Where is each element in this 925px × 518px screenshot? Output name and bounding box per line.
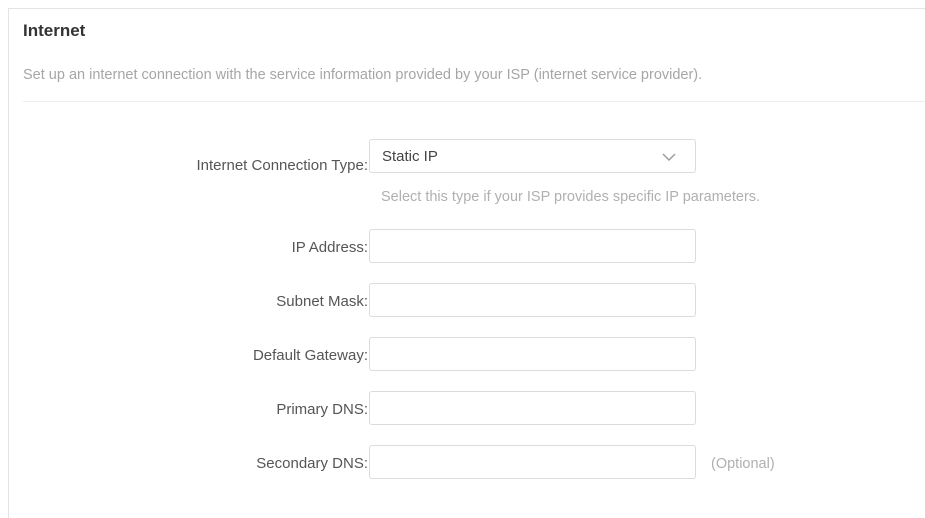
section-description: Set up an internet connection with the s… — [23, 67, 703, 83]
connection-type-select[interactable]: Static IP — [369, 139, 696, 173]
default-gateway-input[interactable] — [369, 337, 696, 371]
internet-panel: Internet Set up an internet connection w… — [8, 8, 925, 518]
connection-type-label: Internet Connection Type: — [196, 157, 368, 174]
connection-type-value: Static IP — [382, 147, 438, 165]
section-title: Internet — [23, 21, 86, 40]
secondary-dns-optional-note: (Optional) — [711, 456, 775, 472]
primary-dns-label: Primary DNS: — [276, 401, 368, 418]
secondary-dns-input[interactable] — [369, 445, 696, 479]
ip-address-input[interactable] — [369, 229, 696, 263]
subnet-mask-label: Subnet Mask: — [276, 293, 368, 310]
section-divider — [23, 101, 925, 102]
chevron-down-icon — [662, 153, 676, 161]
primary-dns-input[interactable] — [369, 391, 696, 425]
subnet-mask-input[interactable] — [369, 283, 696, 317]
secondary-dns-label: Secondary DNS: — [256, 455, 368, 472]
ip-address-label: IP Address: — [291, 239, 368, 256]
connection-type-hint: Select this type if your ISP provides sp… — [381, 189, 761, 205]
default-gateway-label: Default Gateway: — [252, 347, 368, 364]
